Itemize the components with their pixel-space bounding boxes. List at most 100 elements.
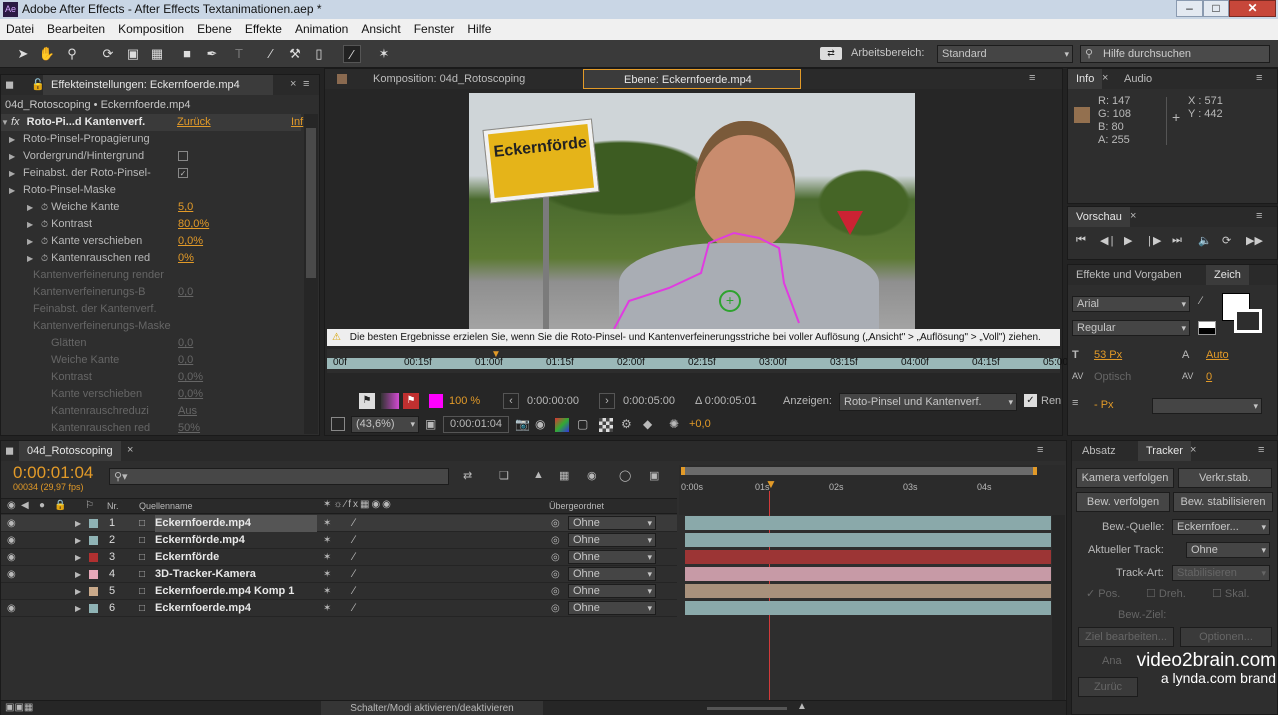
layer-duration-bar[interactable] bbox=[685, 601, 1051, 615]
font-select[interactable]: Arial bbox=[1072, 296, 1190, 312]
effect-row-value[interactable]: 80,0% bbox=[178, 216, 209, 233]
3d-view-icon[interactable]: ◆ bbox=[643, 417, 652, 431]
effect-row[interactable]: ▶ ⏱ Weiche Kante 5,0 bbox=[1, 199, 301, 216]
loop-icon[interactable]: ⟳ bbox=[1222, 234, 1231, 247]
minimize-button[interactable]: – bbox=[1176, 0, 1203, 17]
effect-row-value[interactable]: 5,0 bbox=[178, 199, 193, 216]
layer-time-ruler[interactable]: 00f 00:15f 01:00f 01:15f 02:00f 02:15f 03:00f 0… bbox=[327, 349, 1068, 373]
expand-triangle-icon[interactable]: ▶ bbox=[75, 549, 81, 566]
expand-triangle-icon[interactable]: ▶ bbox=[75, 566, 81, 583]
zoom-in-icon[interactable]: ▲ bbox=[797, 701, 807, 712]
snapping-icon[interactable]: ⇄ bbox=[820, 47, 842, 60]
expand-triangle-icon[interactable]: ▶ bbox=[75, 515, 81, 532]
effect-row-value[interactable]: 0% bbox=[178, 250, 194, 267]
rotation-checkbox[interactable]: ☐ Dreh. bbox=[1146, 587, 1186, 600]
eye-icon[interactable]: ◉ bbox=[7, 549, 16, 566]
effect-row[interactable]: ▶ Roto-Pinsel-Propagierung bbox=[1, 131, 301, 148]
tab-preview[interactable]: Vorschau bbox=[1068, 207, 1130, 227]
quality-switch-icon[interactable]: ∕ bbox=[353, 549, 355, 566]
set-in-icon[interactable]: ‹ bbox=[503, 393, 519, 409]
expand-triangle-icon[interactable]: ▶ bbox=[75, 532, 81, 549]
layer-name[interactable]: Eckernfoerde.mp4 bbox=[155, 600, 317, 617]
options-button[interactable]: Optionen... bbox=[1180, 627, 1272, 647]
stopwatch-icon[interactable]: ⏱ bbox=[41, 236, 48, 246]
layer-row[interactable]: ◉ ▶ 3 □ Eckernförde ✶ ∕ ◎ Ohne bbox=[1, 549, 677, 566]
layer-duration-bar[interactable] bbox=[685, 567, 1051, 581]
parent-pickwhip-icon[interactable]: ◎ bbox=[551, 532, 560, 549]
quality-switch-icon[interactable]: ∕ bbox=[353, 600, 355, 617]
stroke-color-swatch[interactable] bbox=[1234, 309, 1262, 333]
close-panel-icon[interactable]: × bbox=[290, 78, 296, 90]
effect-row-value[interactable]: 0,0% bbox=[178, 233, 203, 250]
brush-tool-icon[interactable]: ∕ bbox=[262, 45, 280, 63]
transparency-grid-icon[interactable] bbox=[599, 418, 613, 432]
toggle-modes-button[interactable]: Schalter/Modi aktivieren/deaktivieren bbox=[321, 701, 543, 715]
cti-marker-icon[interactable]: ▼ bbox=[765, 477, 777, 491]
timeline-search[interactable]: ⚲▾ bbox=[109, 468, 449, 485]
leading[interactable]: Auto bbox=[1206, 349, 1229, 361]
panel-options-icon[interactable]: ≡ bbox=[1256, 210, 1262, 222]
track-motion-button[interactable]: Bew. verfolgen bbox=[1076, 492, 1170, 512]
parent-pickwhip-icon[interactable]: ◎ bbox=[551, 600, 560, 617]
label-swatch[interactable] bbox=[89, 553, 98, 562]
panel-options-icon[interactable]: ≡ bbox=[1258, 444, 1264, 456]
playhead-marker-icon[interactable]: ▼ bbox=[491, 349, 501, 371]
eye-icon[interactable]: ◉ bbox=[7, 566, 16, 583]
effect-row[interactable]: ▶ ⏱ Kontrast 80,0% bbox=[1, 216, 301, 233]
grid-icon[interactable]: ▣ bbox=[425, 417, 436, 431]
quality-switch-icon[interactable]: ∕ bbox=[353, 532, 355, 549]
rectangle-tool-icon[interactable]: ■ bbox=[178, 45, 196, 63]
parent-select[interactable]: Ohne bbox=[568, 567, 656, 581]
quality-switch-icon[interactable]: ∕ bbox=[353, 515, 355, 532]
show-select[interactable]: Roto-Pinsel und Kantenverf. bbox=[839, 393, 1017, 411]
stopwatch-icon[interactable]: ⏱ bbox=[41, 219, 48, 229]
parent-pickwhip-icon[interactable]: ◎ bbox=[551, 566, 560, 583]
eye-icon[interactable]: ◉ bbox=[7, 532, 16, 549]
edit-target-button[interactable]: Ziel bearbeiten... bbox=[1078, 627, 1174, 647]
font-size[interactable]: 53 Px bbox=[1094, 349, 1122, 361]
layer-name[interactable]: Eckernförde.mp4 bbox=[155, 532, 317, 549]
next-frame-icon[interactable]: | ▶ bbox=[1148, 234, 1162, 247]
menu-item-0[interactable]: Datei bbox=[0, 19, 41, 40]
label-swatch[interactable] bbox=[89, 587, 98, 596]
hand-tool-icon[interactable]: ✋ bbox=[38, 45, 56, 63]
current-track-select[interactable]: Ohne bbox=[1186, 542, 1270, 558]
motion-blur-icon[interactable]: ◉ bbox=[587, 469, 597, 482]
kerning[interactable]: Optisch bbox=[1094, 371, 1131, 383]
effect-row[interactable]: ▶ ⏱ Kantenrauschen red 0% bbox=[1, 250, 301, 267]
roi-icon[interactable]: ▢ bbox=[577, 417, 588, 431]
eye-icon[interactable]: ◉ bbox=[7, 600, 16, 617]
layer-duration-bar[interactable] bbox=[685, 533, 1051, 547]
parent-select[interactable]: Ohne bbox=[568, 584, 656, 598]
parent-select[interactable]: Ohne bbox=[568, 550, 656, 564]
stopwatch-icon[interactable]: ⏱ bbox=[41, 202, 48, 212]
help-search[interactable]: ⚲ Hilfe durchsuchen bbox=[1080, 45, 1270, 63]
parent-select[interactable]: Ohne bbox=[568, 533, 656, 547]
tracking[interactable]: 0 bbox=[1206, 371, 1212, 383]
panel-menu-icon[interactable]: ◼ bbox=[5, 444, 14, 457]
tab-layer[interactable]: Ebene: Eckernfoerde.mp4 bbox=[583, 69, 801, 89]
label-swatch[interactable] bbox=[89, 604, 98, 613]
frame-blending-icon[interactable]: ▦ bbox=[559, 469, 569, 482]
first-frame-icon[interactable]: ⏮ bbox=[1076, 234, 1086, 247]
workspace-select[interactable]: Standard bbox=[937, 45, 1073, 63]
selection-tool-icon[interactable]: ➤ bbox=[14, 45, 32, 63]
eye-icon[interactable]: ◉ bbox=[7, 515, 16, 532]
pan-behind-tool-icon[interactable]: ▦ bbox=[148, 45, 166, 63]
layer-name[interactable]: 3D-Tracker-Kamera bbox=[155, 566, 317, 583]
rotate-tool-icon[interactable]: ⟳ bbox=[99, 45, 117, 63]
play-icon[interactable]: ▶ bbox=[1124, 234, 1132, 247]
always-preview-icon[interactable] bbox=[331, 417, 345, 431]
layer-name[interactable]: Eckernförde bbox=[155, 549, 317, 566]
tab-effect-controls[interactable]: Effekteinstellungen: Eckernfoerde.mp4 bbox=[43, 75, 273, 95]
comp-mini-flowchart-icon[interactable]: ⇄ bbox=[463, 469, 472, 482]
track-type-select[interactable]: Stabilisieren bbox=[1172, 565, 1270, 581]
layer-row[interactable]: ◉ ▶ 2 □ Eckernförde.mp4 ✶ ∕ ◎ Ohne bbox=[1, 532, 677, 549]
stroke-type-select[interactable] bbox=[1152, 398, 1262, 414]
fast-preview-icon[interactable]: ⚙ bbox=[621, 417, 632, 431]
tab-character[interactable]: Zeich bbox=[1206, 265, 1249, 285]
close-panel-icon[interactable]: × bbox=[127, 444, 133, 456]
eyedropper-icon[interactable]: ∕ bbox=[1200, 295, 1202, 307]
parent-select[interactable]: Ohne bbox=[568, 516, 656, 530]
close-button[interactable]: ✕ bbox=[1229, 0, 1276, 17]
